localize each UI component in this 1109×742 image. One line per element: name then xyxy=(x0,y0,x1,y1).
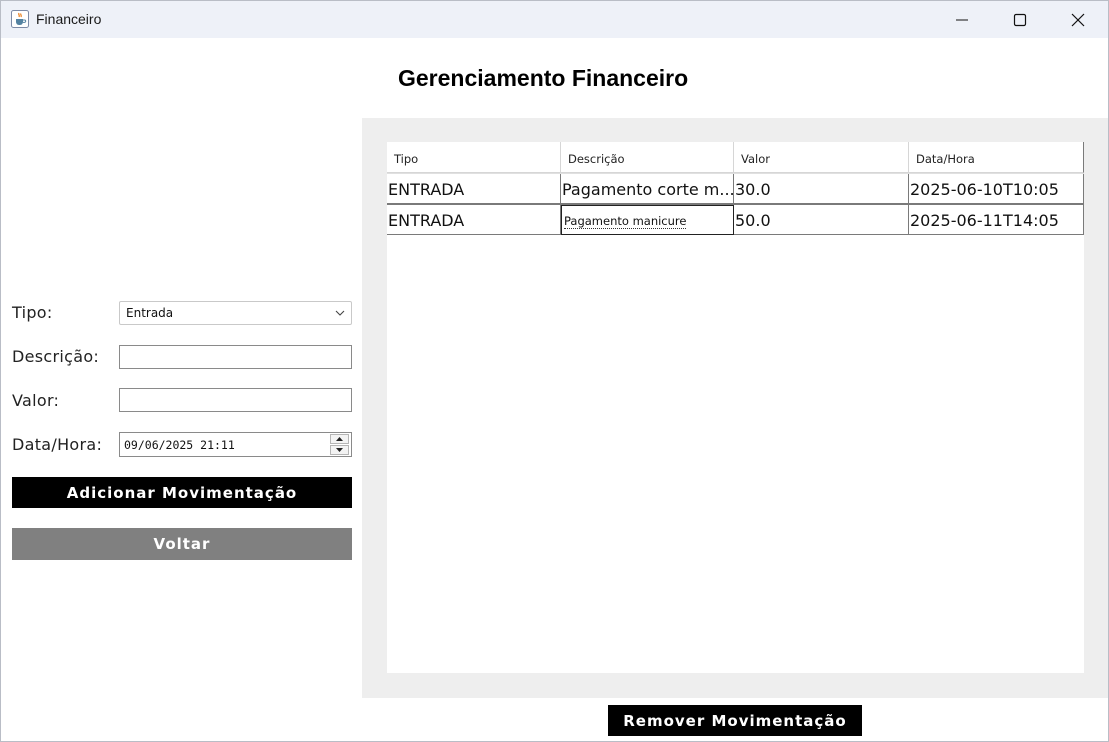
page-title: Gerenciamento Financeiro xyxy=(398,65,689,91)
arrow-up-icon xyxy=(336,437,343,441)
cell-tipo[interactable]: ENTRADA xyxy=(387,205,561,235)
datahora-label: Data/Hora: xyxy=(12,435,103,454)
column-header-datahora[interactable]: Data/Hora xyxy=(909,142,1084,173)
back-button[interactable]: Voltar xyxy=(12,528,352,560)
java-cup-icon xyxy=(11,10,29,28)
spinner-down-button[interactable] xyxy=(330,445,349,455)
minimize-button[interactable] xyxy=(933,1,991,38)
close-button[interactable] xyxy=(1049,1,1107,38)
cell-tipo[interactable]: ENTRADA xyxy=(387,174,561,204)
remove-movement-button[interactable]: Remover Movimentação xyxy=(608,705,862,736)
table-row[interactable]: ENTRADA Pagamento manicure 50.0 2025-06-… xyxy=(387,204,1084,235)
close-icon xyxy=(1071,13,1085,26)
table-header: Tipo Descrição Valor Data/Hora xyxy=(387,142,1084,173)
descricao-label: Descrição: xyxy=(12,347,100,366)
descricao-field[interactable] xyxy=(119,345,352,369)
add-movement-button[interactable]: Adicionar Movimentação xyxy=(12,477,352,508)
table-row[interactable]: ENTRADA Pagamento corte m... 30.0 2025-0… xyxy=(387,173,1084,204)
cell-descricao-text: Pagamento manicure xyxy=(564,214,687,229)
datahora-value: 09/06/2025 21:11 xyxy=(124,438,235,452)
table-viewport: Tipo Descrição Valor Data/Hora ENTRADA P… xyxy=(387,142,1084,673)
tipo-label: Tipo: xyxy=(12,303,53,322)
title-bar[interactable]: Financeiro xyxy=(1,1,1108,38)
valor-label: Valor: xyxy=(12,391,60,410)
cell-descricao[interactable]: Pagamento corte m... xyxy=(561,174,734,204)
cell-datahora[interactable]: 2025-06-10T10:05 xyxy=(909,174,1084,204)
window-title: Financeiro xyxy=(36,11,102,27)
column-header-descricao[interactable]: Descrição xyxy=(561,142,734,173)
column-header-tipo[interactable]: Tipo xyxy=(387,142,561,173)
cell-valor[interactable]: 50.0 xyxy=(734,205,909,235)
tipo-select[interactable]: Entrada xyxy=(119,301,352,325)
minimize-icon xyxy=(956,19,968,20)
valor-field[interactable] xyxy=(119,388,352,412)
column-header-valor[interactable]: Valor xyxy=(734,142,909,173)
maximize-icon xyxy=(1013,13,1027,26)
chevron-down-icon xyxy=(335,310,345,316)
cell-datahora[interactable]: 2025-06-11T14:05 xyxy=(909,205,1084,235)
cell-descricao-editing[interactable]: Pagamento manicure xyxy=(561,205,734,235)
arrow-down-icon xyxy=(336,448,343,452)
cell-valor[interactable]: 30.0 xyxy=(734,174,909,204)
datahora-spinner[interactable]: 09/06/2025 21:11 xyxy=(119,432,352,457)
table-scroll-pane[interactable]: Tipo Descrição Valor Data/Hora ENTRADA P… xyxy=(362,118,1108,698)
tipo-select-value: Entrada xyxy=(126,306,174,320)
spinner-up-button[interactable] xyxy=(330,434,349,444)
maximize-button[interactable] xyxy=(991,1,1049,38)
financeiro-window: Financeiro Gerenciamento Financeiro Tipo… xyxy=(0,0,1109,742)
